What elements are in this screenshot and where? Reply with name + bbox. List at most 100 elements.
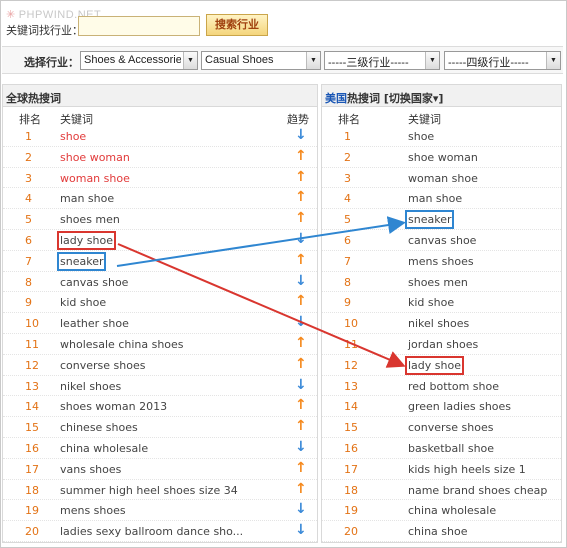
table-row: 6 canvas shoe — [322, 230, 561, 251]
table-row: 18 name brand shoes cheap — [322, 480, 561, 501]
rank-number: 4 — [344, 192, 351, 206]
keyword-link[interactable]: shoe woman — [60, 151, 130, 164]
keyword-link[interactable]: vans shoes — [60, 463, 121, 476]
table-row: 19 china wholesale — [322, 500, 561, 522]
keyword-link[interactable]: kid shoe — [408, 296, 454, 309]
keyword-link[interactable]: mens shoes — [408, 255, 474, 268]
arrow-up-icon: ↑ — [295, 293, 307, 310]
table-row: 20 china shoe — [322, 521, 561, 542]
keyword-link[interactable]: red bottom shoe — [408, 380, 499, 393]
keyword-link[interactable]: converse shoes — [408, 421, 493, 434]
keyword-link[interactable]: ladies sexy ballroom dance sho... — [60, 525, 243, 538]
chevron-down-icon: ▼ — [306, 52, 320, 69]
rank-number: 9 — [344, 296, 351, 310]
rank-number: 7 — [25, 254, 32, 268]
table-row: 3 woman shoe — [322, 168, 561, 189]
keyword-link[interactable]: lady shoe — [405, 355, 464, 375]
rank-number: 17 — [25, 462, 39, 476]
keyword-link[interactable]: shoe woman — [408, 151, 478, 164]
rank-number: 8 — [25, 275, 32, 289]
keyword-link[interactable]: shoes woman 2013 — [60, 400, 167, 413]
rank-number: 1 — [25, 130, 32, 143]
keyword-link[interactable]: mens shoes — [60, 504, 126, 517]
keyword-link[interactable]: wholesale china shoes — [60, 338, 184, 351]
table-row: 3 woman shoe ↑ — [3, 168, 317, 189]
table-row: 4 man shoe ↑ — [3, 188, 317, 210]
keyword-link[interactable]: shoes men — [408, 276, 468, 289]
industry-level4-select[interactable]: -----四级行业----- ▼ — [444, 51, 561, 70]
keyword-link[interactable]: woman shoe — [408, 172, 478, 185]
keyword-link[interactable]: name brand shoes cheap — [408, 484, 547, 497]
rank-number: 7 — [344, 254, 351, 268]
keyword-link[interactable]: shoes men — [60, 213, 120, 226]
rank-number: 16 — [344, 441, 358, 455]
keyword-link[interactable]: lady shoe — [57, 230, 116, 250]
industry-level1-select[interactable]: Shoes & Accessorie ▼ — [80, 51, 198, 70]
keyword-link[interactable]: sneaker — [404, 210, 455, 230]
arrow-up-icon: ↑ — [295, 459, 307, 476]
country-hot-keywords-panel: 美国热搜词 [切换国家▾] 排名 关键词 1 shoe 2 shoe woman 3 wo… — [321, 84, 562, 543]
table-row: 20 ladies sexy ballroom dance sho... ↓ — [3, 521, 317, 542]
keyword-link[interactable]: china wholesale — [60, 442, 148, 455]
keyword-link[interactable]: summer high heel shoes size 34 — [60, 484, 238, 497]
keyword-link[interactable]: china shoe — [408, 525, 468, 538]
rank-number: 20 — [344, 525, 358, 539]
table-row: 10 leather shoe ↓ — [3, 313, 317, 334]
keyword-link[interactable]: shoe — [408, 130, 434, 143]
rank-number: 15 — [25, 421, 39, 435]
table-row: 17 vans shoes ↑ — [3, 459, 317, 480]
rank-number: 16 — [25, 441, 39, 455]
keyword-link[interactable]: basketball shoe — [408, 442, 494, 455]
industry-filter-bar: 选择行业： Shoes & Accessorie ▼ Casual Shoes ▼ … — [2, 46, 563, 74]
rank-number: 18 — [344, 483, 358, 497]
table-row: 12 converse shoes ↑ — [3, 355, 317, 376]
industry-level2-select[interactable]: Casual Shoes ▼ — [201, 51, 321, 70]
rank-number: 14 — [344, 400, 358, 414]
arrow-down-icon: ↓ — [295, 522, 307, 539]
rank-number: 10 — [25, 317, 39, 331]
rank-number: 3 — [344, 171, 351, 185]
arrow-down-icon: ↓ — [295, 314, 307, 331]
keyword-link[interactable]: kid shoe — [60, 296, 106, 309]
keyword-link[interactable]: sneaker — [56, 251, 107, 271]
keyword-link[interactable]: leather shoe — [60, 317, 129, 330]
chevron-down-icon: ▼ — [546, 52, 560, 69]
keyword-link[interactable]: converse shoes — [60, 359, 145, 372]
switch-country-button[interactable]: [切换国家▾] — [384, 92, 444, 105]
table-row: 11 jordan shoes — [322, 334, 561, 355]
country-name-link[interactable]: 美国 — [325, 92, 347, 105]
keyword-link[interactable]: canvas shoe — [60, 276, 128, 289]
table-row: 7 mens shoes — [322, 251, 561, 272]
panel-title: 美国热搜词 [切换国家▾] — [322, 85, 561, 107]
table-row: 10 nikel shoes — [322, 313, 561, 334]
search-label: 关键词找行业： — [6, 24, 83, 37]
keyword-link[interactable]: nikel shoes — [408, 317, 469, 330]
keyword-link[interactable]: green ladies shoes — [408, 400, 511, 413]
rank-number: 5 — [25, 213, 32, 227]
table-row: 11 wholesale china shoes ↑ — [3, 334, 317, 355]
industry-level3-select[interactable]: -----三级行业----- ▼ — [324, 51, 440, 70]
rank-number: 19 — [344, 504, 358, 518]
table-row: 16 china wholesale ↓ — [3, 438, 317, 459]
table-row: 12 lady shoe — [322, 355, 561, 376]
arrow-down-icon: ↓ — [295, 230, 307, 247]
keyword-link[interactable]: woman shoe — [60, 172, 130, 185]
keyword-link[interactable]: man shoe — [60, 192, 114, 205]
keyword-link[interactable]: jordan shoes — [408, 338, 478, 351]
keyword-link[interactable]: canvas shoe — [408, 234, 476, 247]
table-row: 19 mens shoes ↓ — [3, 500, 317, 522]
table-row: 1 shoe — [322, 126, 561, 147]
keyword-link[interactable]: chinese shoes — [60, 421, 138, 434]
keyword-link[interactable]: kids high heels size 1 — [408, 463, 526, 476]
table-row: 16 basketball shoe — [322, 438, 561, 459]
arrow-up-icon: ↑ — [295, 480, 307, 497]
keyword-link[interactable]: nikel shoes — [60, 380, 121, 393]
search-industry-button[interactable]: 搜索行业 — [206, 14, 268, 36]
keyword-link[interactable]: shoe — [60, 130, 86, 143]
filter-label: 选择行业： — [24, 56, 79, 69]
column-header-row: 排名 关键词 趋势 — [3, 107, 317, 126]
table-row: 7 sneaker ↑ — [3, 251, 317, 272]
keyword-link[interactable]: man shoe — [408, 192, 462, 205]
keyword-link[interactable]: china wholesale — [408, 504, 496, 517]
search-input[interactable] — [78, 16, 200, 36]
